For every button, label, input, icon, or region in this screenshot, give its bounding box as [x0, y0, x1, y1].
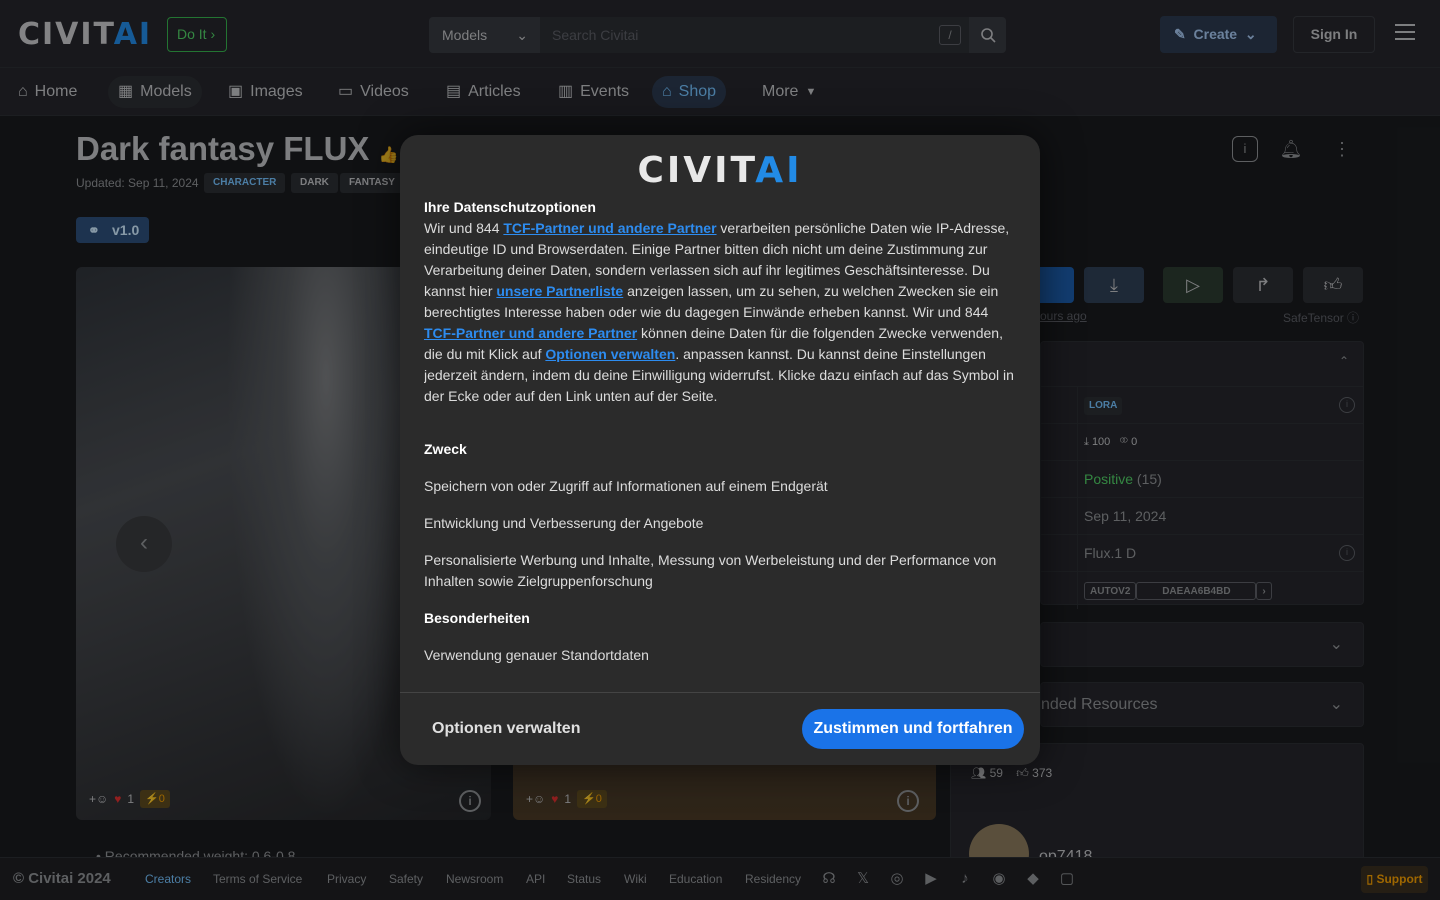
agree-button[interactable]: Zustimmen und fortfahren — [802, 709, 1024, 749]
purpose-item[interactable]: Speichern von oder Zugriff auf Informati… — [424, 476, 1018, 497]
consent-text-part: Wir und 844 — [424, 220, 504, 236]
partners-link[interactable]: TCF-Partner und andere Partner — [424, 325, 637, 341]
purpose-item[interactable]: Personalisierte Werbung und Inhalte, Mes… — [424, 550, 1018, 592]
consent-dialog: CIVITAI Ihre Datenschutzoptionen Wir und… — [400, 135, 1040, 765]
special-features-heading: Besonderheiten — [424, 610, 530, 626]
logo-text: CIVIT — [637, 150, 756, 191]
consent-text: Wir und 844 TCF-Partner und andere Partn… — [424, 218, 1018, 407]
consent-heading: Ihre Datenschutzoptionen — [424, 199, 596, 215]
manage-options-link[interactable]: Optionen verwalten — [545, 346, 675, 362]
purpose-heading: Zweck — [424, 441, 467, 457]
logo-ai-text: AI — [755, 150, 803, 191]
partners-link[interactable]: TCF-Partner und andere Partner — [503, 220, 716, 236]
consent-scroll-body[interactable]: Ihre Datenschutzoptionen Wir und 844 TCF… — [424, 197, 1018, 691]
manage-options-button[interactable]: Optionen verwalten — [432, 720, 580, 738]
purpose-item[interactable]: Entwicklung und Verbesserung der Angebot… — [424, 513, 1018, 534]
partner-list-link[interactable]: unsere Partnerliste — [496, 283, 623, 299]
consent-footer: Optionen verwalten Zustimmen und fortfah… — [400, 692, 1040, 765]
civitai-logo: CIVITAI — [400, 150, 1040, 191]
special-feature-item[interactable]: Verwendung genauer Standortdaten — [424, 645, 1018, 666]
